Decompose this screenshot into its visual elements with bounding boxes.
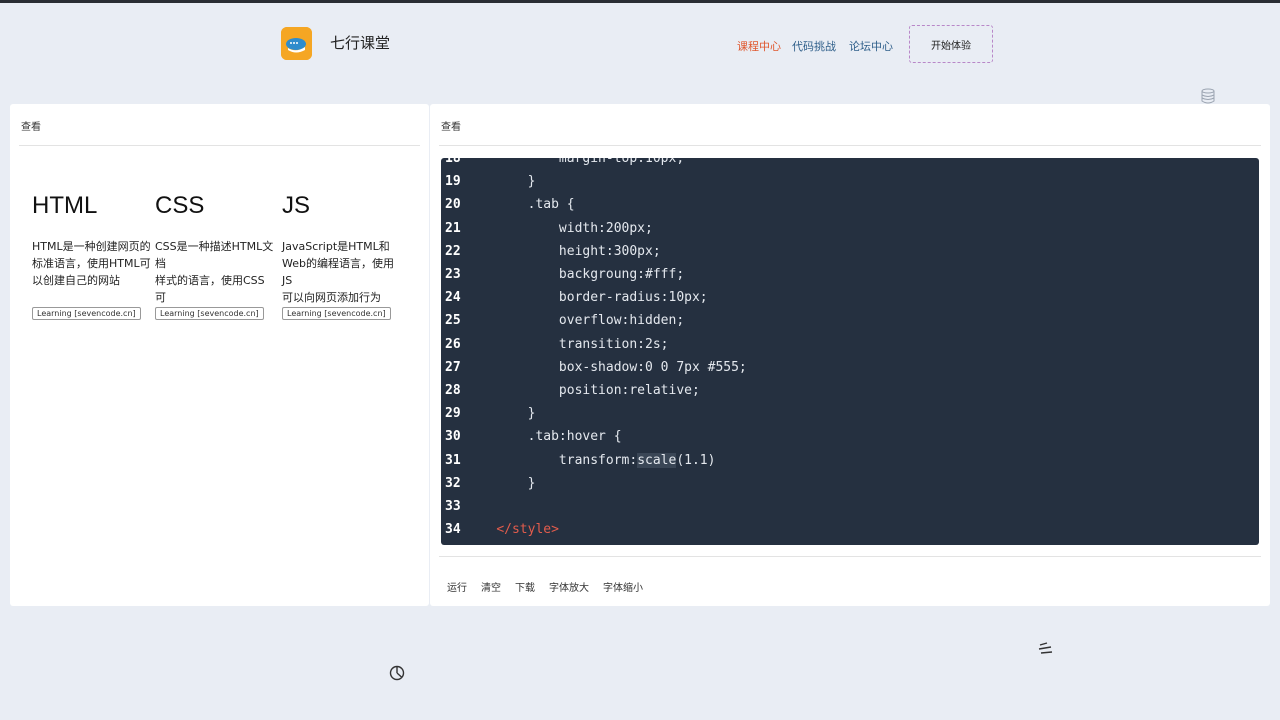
code-panel: 查看 18 margin-top:10px; 19 } 20 .tab {21 wi…: [430, 104, 1270, 606]
nav-code-challenge[interactable]: 代码挑战: [792, 38, 836, 54]
card-heading: CSS: [155, 192, 205, 219]
code-text: height:300px;: [465, 243, 661, 259]
card-html: HTML HTML是一种创建网页的 标准语言，使用HTML可 以创建自己的网站 …: [32, 192, 152, 320]
code-text: border-radius:10px;: [465, 290, 708, 306]
window-top-border: [0, 0, 1280, 3]
card-text: CSS是一种描述HTML文档 样式的语言，使用CSS可 以更改HTML样式: [155, 240, 274, 321]
code-text: width:200px;: [465, 220, 653, 236]
nav-course-center[interactable]: 课程中心: [737, 38, 781, 54]
code-line[interactable]: 26 transition:2s;: [441, 333, 1259, 356]
code-text: position:relative;: [465, 383, 700, 398]
code-text: margin-top:10px;: [465, 158, 685, 166]
code-line[interactable]: 31 transform:scale(1.1): [441, 449, 1259, 472]
code-line[interactable]: 21 width:200px;: [441, 217, 1259, 240]
code-text: overflow:hidden;: [465, 313, 685, 329]
run-button[interactable]: 运行: [447, 579, 467, 594]
card-css: CSS CSS是一种描述HTML文档 样式的语言，使用CSS可 以更改HTML样…: [155, 192, 275, 321]
code-line[interactable]: 27 box-shadow:0 0 7px #555;: [441, 356, 1259, 379]
code-line[interactable]: 24 border-radius:10px;: [441, 286, 1259, 309]
code-line[interactable]: 35</head>: [441, 541, 1259, 545]
code-text: }: [465, 174, 536, 190]
font-increase-button[interactable]: 字体放大: [549, 579, 589, 594]
code-line[interactable]: 23 backgroung:#fff;: [441, 263, 1259, 286]
card-text: HTML是一种创建网页的 标准语言，使用HTML可 以创建自己的网站: [32, 240, 151, 287]
divider: [439, 145, 1261, 146]
line-number: 33: [445, 499, 461, 514]
nav-forum-center[interactable]: 论坛中心: [849, 38, 893, 54]
code-line[interactable]: 25 overflow:hidden;: [441, 309, 1259, 332]
preview-panel-title: 查看: [21, 122, 41, 133]
clear-button[interactable]: 清空: [481, 579, 501, 594]
brand-name[interactable]: 七行课堂: [330, 32, 390, 53]
logo-icon[interactable]: [281, 27, 312, 60]
code-text: transition:2s;: [465, 336, 669, 352]
code-text: backgroung:#fff;: [465, 267, 685, 282]
code-line[interactable]: 22 height:300px;: [441, 240, 1259, 263]
code-text: </head>: [465, 541, 520, 545]
lines-icon[interactable]: [1037, 641, 1053, 657]
learning-link[interactable]: Learning [sevencode.cn]: [282, 307, 391, 320]
start-experience-button[interactable]: 开始体验: [909, 25, 993, 63]
code-line[interactable]: 20 .tab {: [441, 193, 1259, 216]
font-decrease-button[interactable]: 字体缩小: [603, 579, 643, 594]
download-button[interactable]: 下载: [515, 579, 535, 594]
code-text: .tab:hover {: [465, 429, 622, 445]
code-line[interactable]: 18 margin-top:10px;: [441, 158, 1259, 170]
divider: [19, 145, 420, 146]
code-text: .tab {: [465, 197, 575, 213]
code-line[interactable]: 28 position:relative;: [441, 379, 1259, 402]
code-line[interactable]: 19 }: [441, 170, 1259, 193]
code-text: box-shadow:0 0 7px #555;: [465, 359, 747, 375]
card-text: JavaScript是HTML和 Web的编程语言，使用JS 可以向网页添加行为: [282, 240, 394, 304]
code-panel-title: 查看: [441, 122, 461, 133]
card-heading: JS: [282, 192, 311, 219]
code-text: </style>: [496, 522, 559, 538]
pie-chart-icon[interactable]: [389, 665, 405, 681]
preview-panel: 查看 HTML HTML是一种创建网页的 标准语言，使用HTML可 以创建自己的…: [10, 104, 429, 606]
editor-toolbar: 运行 清空 下载 字体放大 字体缩小: [447, 579, 643, 594]
code-line[interactable]: 30 .tab:hover {: [441, 425, 1259, 448]
card-heading: HTML: [32, 192, 98, 219]
divider: [439, 556, 1261, 557]
code-text: transform:scale(1.1): [465, 452, 716, 468]
learning-link[interactable]: Learning [sevencode.cn]: [32, 307, 141, 320]
code-line[interactable]: 33: [441, 495, 1259, 518]
code-line[interactable]: 34 </style>: [441, 518, 1259, 541]
learning-link[interactable]: Learning [sevencode.cn]: [155, 307, 264, 320]
code-line[interactable]: 32 }: [441, 472, 1259, 495]
code-text: }: [465, 406, 536, 422]
code-text: }: [465, 475, 536, 491]
card-js: JS JavaScript是HTML和 Web的编程语言，使用JS 可以向网页添…: [282, 192, 402, 320]
code-line[interactable]: 29 }: [441, 402, 1259, 425]
code-editor[interactable]: 18 margin-top:10px; 19 } 20 .tab {21 width…: [441, 158, 1259, 545]
database-icon[interactable]: [1200, 88, 1216, 104]
